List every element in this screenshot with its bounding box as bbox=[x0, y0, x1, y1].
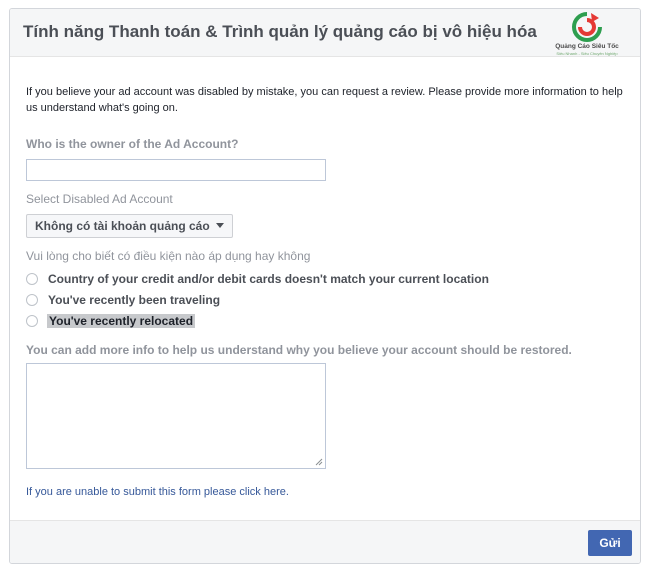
conditions-label: Vui lòng cho biết có điều kiện nào áp dụ… bbox=[26, 249, 311, 263]
account-select[interactable]: Không có tài khoản quảng cáo bbox=[26, 214, 233, 238]
dialog-header: Tính năng Thanh toán & Trình quản lý quả… bbox=[10, 9, 640, 57]
more-info-textarea[interactable] bbox=[26, 363, 326, 469]
resize-grip-icon[interactable] bbox=[315, 458, 323, 466]
brand-logo-tagline: Siêu Nhanh - Siêu Chuyên Nghiệp bbox=[556, 51, 618, 56]
radio-button[interactable] bbox=[26, 273, 38, 285]
form-intro: If you believe your ad account was disab… bbox=[26, 86, 623, 114]
condition-option-label: You've recently been traveling bbox=[48, 293, 221, 307]
owner-input[interactable] bbox=[26, 159, 326, 181]
dialog-title: Tính năng Thanh toán & Trình quản lý quả… bbox=[23, 22, 537, 41]
condition-option-label: You've recently relocated bbox=[47, 314, 196, 328]
condition-option-label: Country of your credit and/or debit card… bbox=[48, 272, 489, 286]
dialog-footer: Gửi bbox=[10, 520, 640, 563]
help-link[interactable]: If you are unable to submit this form pl… bbox=[26, 486, 289, 498]
radio-button[interactable] bbox=[26, 294, 38, 306]
account-select-value: Không có tài khoản quảng cáo bbox=[35, 219, 210, 233]
form-intro-wrapper: If you believe your ad account was disab… bbox=[26, 84, 626, 116]
caret-down-icon bbox=[215, 223, 224, 229]
radio-button[interactable] bbox=[26, 315, 38, 327]
owner-label: Who is the owner of the Ad Account? bbox=[26, 137, 239, 151]
brand-logo-mark bbox=[572, 12, 602, 42]
dialog: Tính năng Thanh toán & Trình quản lý quả… bbox=[9, 8, 641, 564]
account-label: Select Disabled Ad Account bbox=[26, 192, 173, 206]
submit-button[interactable]: Gửi bbox=[588, 530, 632, 556]
brand-logo: Quảng Cáo Siêu Tốc Siêu Nhanh - Siêu Chu… bbox=[551, 10, 623, 56]
more-info-label: You can add more info to help us underst… bbox=[26, 343, 572, 357]
brand-logo-text: Quảng Cáo Siêu Tốc bbox=[555, 43, 619, 50]
